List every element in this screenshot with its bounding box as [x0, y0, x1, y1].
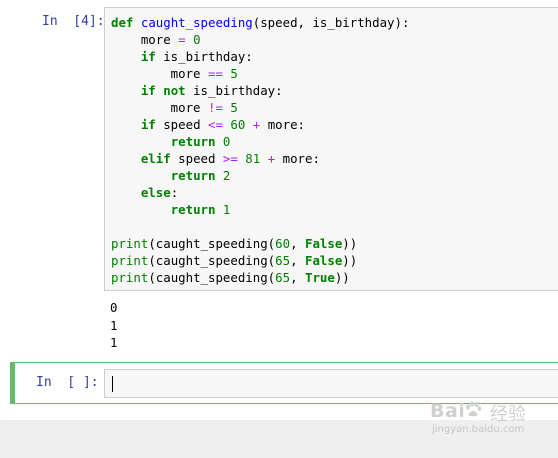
- code-line: print(caught_speeding(65, False)): [111, 252, 409, 269]
- code-token: print: [111, 253, 149, 268]
- cell-output: 0 1 1: [110, 299, 117, 352]
- input-prompt-empty: In [ ]:: [36, 375, 99, 390]
- code-token: speed: [170, 151, 223, 166]
- code-token: False: [304, 253, 343, 268]
- code-token: (caught_speeding(: [148, 270, 276, 285]
- watermark-logo-text: Bai: [430, 400, 466, 422]
- code-token: ==: [207, 66, 223, 81]
- code-line: more != 5: [111, 99, 409, 116]
- code-token: is_birthday:: [155, 49, 253, 64]
- code-line: more = 0: [111, 31, 409, 48]
- code-line: print(caught_speeding(65, True)): [111, 269, 409, 286]
- code-token: 60: [275, 236, 291, 251]
- watermark-cn-text: 经验: [490, 404, 526, 425]
- code-token: print: [111, 236, 149, 251]
- code-token: 65: [275, 270, 291, 285]
- code-line: if is_birthday:: [111, 48, 409, 65]
- paw-icon: [466, 401, 482, 417]
- code-line: return 2: [111, 167, 409, 184]
- code-token: more: [111, 66, 208, 81]
- code-token: if: [140, 83, 156, 98]
- code-token: more:: [275, 151, 320, 166]
- code-token: if: [140, 49, 156, 64]
- code-token: 1: [222, 202, 231, 217]
- code-token: return: [170, 134, 216, 149]
- code-token: 65: [275, 253, 291, 268]
- code-token: False: [304, 236, 343, 251]
- code-token: >=: [222, 151, 238, 166]
- code-token: !=: [207, 100, 223, 115]
- code-token: 81: [245, 151, 261, 166]
- code-token: more:: [260, 117, 305, 132]
- code-token: return: [170, 168, 216, 183]
- empty-code-input[interactable]: [104, 369, 558, 398]
- code-token: <=: [207, 117, 223, 132]
- code-token: =: [178, 32, 186, 47]
- code-token: )): [334, 270, 350, 285]
- code-token: print: [111, 270, 149, 285]
- code-token: :: [170, 185, 179, 200]
- code-token: (caught_speeding(: [148, 236, 276, 251]
- baidu-watermark: Bai 经验 jingyan.baidu.com: [430, 398, 558, 442]
- code-input-area[interactable]: def caught_speeding(speed, is_birthday):…: [104, 7, 558, 291]
- code-line: def caught_speeding(speed, is_birthday):: [111, 14, 409, 31]
- watermark-url: jingyan.baidu.com: [432, 424, 525, 435]
- code-token: ,: [290, 270, 305, 285]
- code-token: more: [111, 32, 179, 47]
- code-token: 0: [193, 32, 201, 47]
- code-line: if not is_birthday:: [111, 82, 409, 99]
- code-token: 5: [230, 66, 238, 81]
- code-token: True: [304, 270, 335, 285]
- code-line: elif speed >= 81 + more:: [111, 150, 409, 167]
- code-line: return 1: [111, 201, 409, 218]
- code-token: if: [140, 117, 156, 132]
- code-line: if speed <= 60 + more:: [111, 116, 409, 133]
- code-token: not: [163, 83, 186, 98]
- code-token: (speed, is_birthday):: [252, 15, 410, 30]
- code-token: else: [140, 185, 171, 200]
- code-line: else:: [111, 184, 409, 201]
- input-prompt: In [4]:: [42, 14, 105, 29]
- code-token: elif: [140, 151, 171, 166]
- code-token: 2: [222, 168, 231, 183]
- code-token: )): [342, 236, 358, 251]
- output-line: 0: [110, 300, 118, 315]
- code-token: (caught_speeding(: [148, 253, 276, 268]
- code-token: ,: [290, 236, 305, 251]
- output-line: 1: [110, 317, 118, 333]
- code-token: def: [111, 15, 134, 30]
- code-token: ,: [290, 253, 305, 268]
- code-token: more: [111, 100, 208, 115]
- code-token: 60: [230, 117, 246, 132]
- code-editor[interactable]: def caught_speeding(speed, is_birthday):…: [111, 14, 409, 286]
- code-token: 5: [230, 100, 238, 115]
- text-cursor: [112, 376, 113, 392]
- code-line: print(caught_speeding(60, False)): [111, 235, 409, 252]
- output-line: 1: [110, 335, 118, 350]
- code-token: speed: [155, 117, 208, 132]
- code-token: caught_speeding: [140, 15, 253, 30]
- code-line: return 0: [111, 133, 409, 150]
- code-token: 0: [222, 134, 231, 149]
- code-token: return: [170, 202, 216, 217]
- code-token: )): [342, 253, 358, 268]
- code-token: is_birthday:: [185, 83, 283, 98]
- code-line: more == 5: [111, 65, 409, 82]
